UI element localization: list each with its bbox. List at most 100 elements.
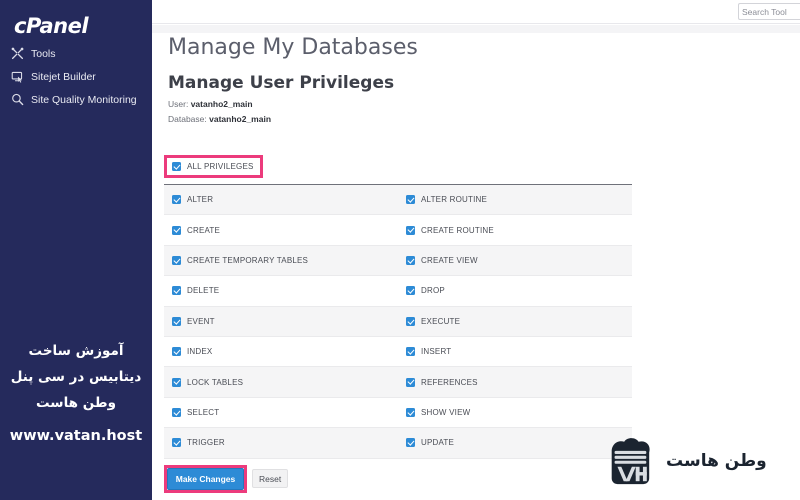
- privilege-label: CREATE: [187, 225, 221, 235]
- promo-url: www.vatan.host: [9, 428, 143, 444]
- table-row: INDEX INSERT: [164, 337, 632, 368]
- sidebar-item-sitejet-builder[interactable]: Sitejet Builder: [0, 65, 152, 88]
- table-row: EVENT EXECUTE: [164, 306, 632, 337]
- promo-line-2: دیتابیس در سی پنل: [10, 369, 142, 385]
- main-content: Manage My Databases Manage User Privileg…: [152, 25, 800, 500]
- section-title: Manage User Privileges: [168, 73, 395, 93]
- privilege-label: ALTER ROUTINE: [421, 195, 488, 205]
- privilege-label: SELECT: [187, 407, 220, 417]
- privilege-cell[interactable]: INDEX: [164, 337, 398, 366]
- privilege-label: CREATE ROUTINE: [421, 225, 494, 235]
- all-privileges-label: ALL PRIVILEGES: [187, 162, 254, 171]
- database-meta-value: vatanho2_main: [209, 114, 272, 124]
- privilege-label: LOCK TABLES: [187, 377, 244, 387]
- privilege-cell[interactable]: ALTER ROUTINE: [398, 185, 632, 214]
- promo-overlay: آموزش ساخت دیتابیس در سی پنل وطن هاست ww…: [0, 338, 152, 444]
- privilege-cell[interactable]: DROP: [398, 276, 632, 305]
- privilege-cell[interactable]: CREATE ROUTINE: [398, 215, 632, 244]
- brand: cPanel: [0, 0, 152, 42]
- privilege-cell[interactable]: TRIGGER: [164, 428, 398, 457]
- vatan-host-watermark: وطن هاست: [600, 432, 790, 490]
- table-row: CREATE TEMPORARY TABLES CREATE VIEW: [164, 245, 632, 277]
- privilege-checkbox[interactable]: [406, 347, 415, 357]
- privilege-checkbox[interactable]: [406, 286, 415, 296]
- privilege-label: EVENT: [187, 316, 215, 326]
- promo-line-1: آموزش ساخت: [28, 343, 124, 359]
- magnifier-icon: [10, 93, 24, 107]
- all-privileges-row[interactable]: ALL PRIVILEGES: [167, 158, 260, 175]
- privilege-cell[interactable]: CREATE: [164, 215, 398, 244]
- privilege-label: INDEX: [187, 347, 213, 357]
- privilege-checkbox[interactable]: [172, 377, 181, 387]
- privilege-label: CREATE TEMPORARY TABLES: [187, 255, 309, 265]
- privilege-checkbox[interactable]: [406, 255, 415, 265]
- vatan-host-logo-icon: [611, 438, 650, 485]
- privilege-checkbox[interactable]: [406, 195, 415, 205]
- privilege-cell[interactable]: DELETE: [164, 276, 398, 305]
- privilege-label: SHOW VIEW: [421, 407, 471, 417]
- content-top-band: [152, 25, 800, 33]
- privilege-label: DELETE: [187, 286, 220, 296]
- table-row: TRIGGER UPDATE: [164, 428, 632, 459]
- all-privileges-highlight: ALL PRIVILEGES: [164, 155, 263, 178]
- reset-button[interactable]: Reset: [252, 469, 289, 488]
- sidebar: cPanel Tools Sitejet Builder Site Qualit…: [0, 0, 152, 500]
- privilege-cell[interactable]: EVENT: [164, 307, 398, 336]
- user-meta-label: User:: [168, 99, 189, 109]
- privilege-checkbox[interactable]: [172, 255, 181, 265]
- privilege-cell[interactable]: LOCK TABLES: [164, 367, 398, 396]
- privilege-cell[interactable]: ALTER: [164, 185, 398, 214]
- privilege-cell[interactable]: EXECUTE: [398, 307, 632, 336]
- tools-icon: [10, 47, 24, 61]
- privilege-cell[interactable]: INSERT: [398, 337, 632, 366]
- privilege-checkbox[interactable]: [172, 438, 181, 448]
- privilege-checkbox[interactable]: [406, 377, 415, 387]
- watermark-text: وطن هاست: [666, 451, 767, 471]
- promo-line-3: وطن هاست: [36, 395, 116, 411]
- monitor-cursor-icon: [10, 70, 24, 84]
- privilege-cell[interactable]: SHOW VIEW: [398, 398, 632, 427]
- sidebar-item-label: Tools: [31, 47, 56, 60]
- privileges-table: ALTER ALTER ROUTINE CREATE CREATE ROUTINE CR…: [164, 184, 632, 459]
- privilege-label: EXECUTE: [421, 316, 461, 326]
- privilege-label: ALTER: [187, 195, 214, 205]
- privilege-label: DROP: [421, 286, 445, 296]
- page-title: Manage My Databases: [168, 35, 418, 60]
- top-bar: [152, 0, 800, 24]
- make-changes-button[interactable]: Make Changes: [167, 468, 244, 490]
- privilege-label: REFERENCES: [421, 377, 478, 387]
- table-row: ALTER ALTER ROUTINE: [164, 185, 632, 216]
- database-meta: Database: vatanho2_main: [168, 114, 271, 124]
- privilege-checkbox[interactable]: [172, 316, 181, 326]
- privilege-checkbox[interactable]: [406, 225, 415, 235]
- sidebar-item-label: Site Quality Monitoring: [31, 93, 137, 106]
- user-meta: User: vatanho2_main: [168, 99, 253, 109]
- privilege-label: TRIGGER: [187, 438, 225, 448]
- privilege-label: INSERT: [421, 347, 452, 357]
- privilege-checkbox[interactable]: [406, 407, 415, 417]
- cpanel-logo: cPanel: [14, 14, 89, 38]
- make-changes-highlight: Make Changes: [164, 465, 247, 493]
- sidebar-item-site-quality-monitoring[interactable]: Site Quality Monitoring: [0, 88, 152, 111]
- privilege-checkbox[interactable]: [172, 407, 181, 417]
- table-row: LOCK TABLES REFERENCES: [164, 367, 632, 398]
- privilege-checkbox[interactable]: [172, 195, 181, 205]
- table-row: SELECT SHOW VIEW: [164, 398, 632, 429]
- privilege-cell[interactable]: UPDATE: [398, 428, 632, 457]
- privilege-checkbox[interactable]: [406, 316, 415, 326]
- privilege-checkbox[interactable]: [172, 225, 181, 235]
- table-row: DELETE DROP: [164, 276, 632, 307]
- privilege-cell[interactable]: SELECT: [164, 398, 398, 427]
- privilege-checkbox[interactable]: [172, 286, 181, 296]
- privilege-cell[interactable]: REFERENCES: [398, 367, 632, 396]
- privilege-cell[interactable]: CREATE VIEW: [398, 246, 632, 275]
- privilege-label: UPDATE: [421, 438, 455, 448]
- table-row: CREATE CREATE ROUTINE: [164, 215, 632, 246]
- search-input[interactable]: [738, 3, 800, 20]
- all-privileges-checkbox[interactable]: [172, 162, 181, 171]
- user-meta-value: vatanho2_main: [190, 99, 253, 109]
- privilege-cell[interactable]: CREATE TEMPORARY TABLES: [164, 246, 398, 275]
- privilege-checkbox[interactable]: [172, 347, 181, 357]
- sidebar-item-tools[interactable]: Tools: [0, 42, 152, 65]
- privilege-checkbox[interactable]: [406, 438, 415, 448]
